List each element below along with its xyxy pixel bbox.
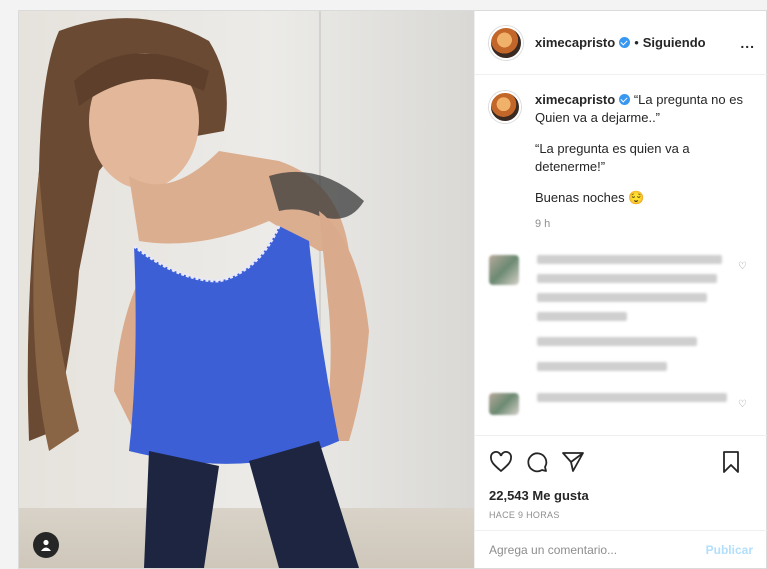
comment-like-icon[interactable]: ♡	[738, 261, 747, 272]
commenter-avatar	[489, 255, 519, 285]
separator-dot: •	[634, 35, 639, 50]
comments-section[interactable]: ximecapristo “La pregunta no es Quien va…	[475, 75, 767, 435]
post-header: ximecapristo • Siguiendo ...	[475, 11, 767, 75]
blurred-comment: ♡	[489, 393, 753, 415]
tagged-user-button[interactable]	[33, 532, 59, 558]
post-time-ago[interactable]: HACE 9 HORAS	[489, 510, 753, 520]
caption: ximecapristo “La pregunta no es Quien va…	[489, 91, 753, 233]
commenter-avatar	[489, 393, 519, 415]
caption-avatar[interactable]	[489, 91, 521, 123]
add-comment-bar: Agrega un comentario... Publicar	[475, 530, 767, 568]
following-button[interactable]: Siguiendo	[643, 35, 706, 50]
comment-icon[interactable]	[525, 450, 549, 474]
verified-badge-icon	[619, 94, 631, 105]
likes-count[interactable]: 22,543 Me gusta	[489, 488, 753, 503]
blurred-comment-text	[537, 255, 727, 381]
verified-badge-icon	[619, 37, 631, 48]
comment-like-icon[interactable]: ♡	[738, 399, 747, 410]
post-photo[interactable]	[19, 11, 474, 568]
user-icon	[41, 539, 51, 551]
post-sidebar: ximecapristo • Siguiendo ... ximecaprist…	[474, 11, 767, 568]
blurred-comment: ♡	[489, 255, 753, 381]
caption-line-3: Buenas noches 😌	[535, 190, 645, 205]
comment-input[interactable]: Agrega un comentario...	[489, 543, 617, 557]
author-avatar[interactable]	[489, 25, 523, 60]
more-options-icon[interactable]: ...	[740, 35, 755, 51]
action-icons	[489, 448, 753, 476]
woman-figure	[27, 18, 369, 568]
post-actions: 22,543 Me gusta HACE 9 HORAS	[475, 435, 767, 520]
post-card: ximecapristo • Siguiendo ... ximecaprist…	[18, 10, 767, 569]
caption-username[interactable]: ximecapristo	[535, 92, 615, 107]
bookmark-icon[interactable]	[721, 450, 741, 474]
caption-line-2: “La pregunta es quien va a detenerme!”	[535, 141, 690, 174]
author-username[interactable]: ximecapristo	[535, 35, 615, 50]
share-icon[interactable]	[561, 450, 585, 474]
caption-body: ximecapristo “La pregunta no es Quien va…	[535, 91, 745, 233]
blurred-comment-text	[537, 393, 727, 415]
caption-time[interactable]: 9 h	[535, 215, 745, 233]
publish-button[interactable]: Publicar	[706, 543, 753, 557]
like-icon[interactable]	[489, 451, 513, 473]
